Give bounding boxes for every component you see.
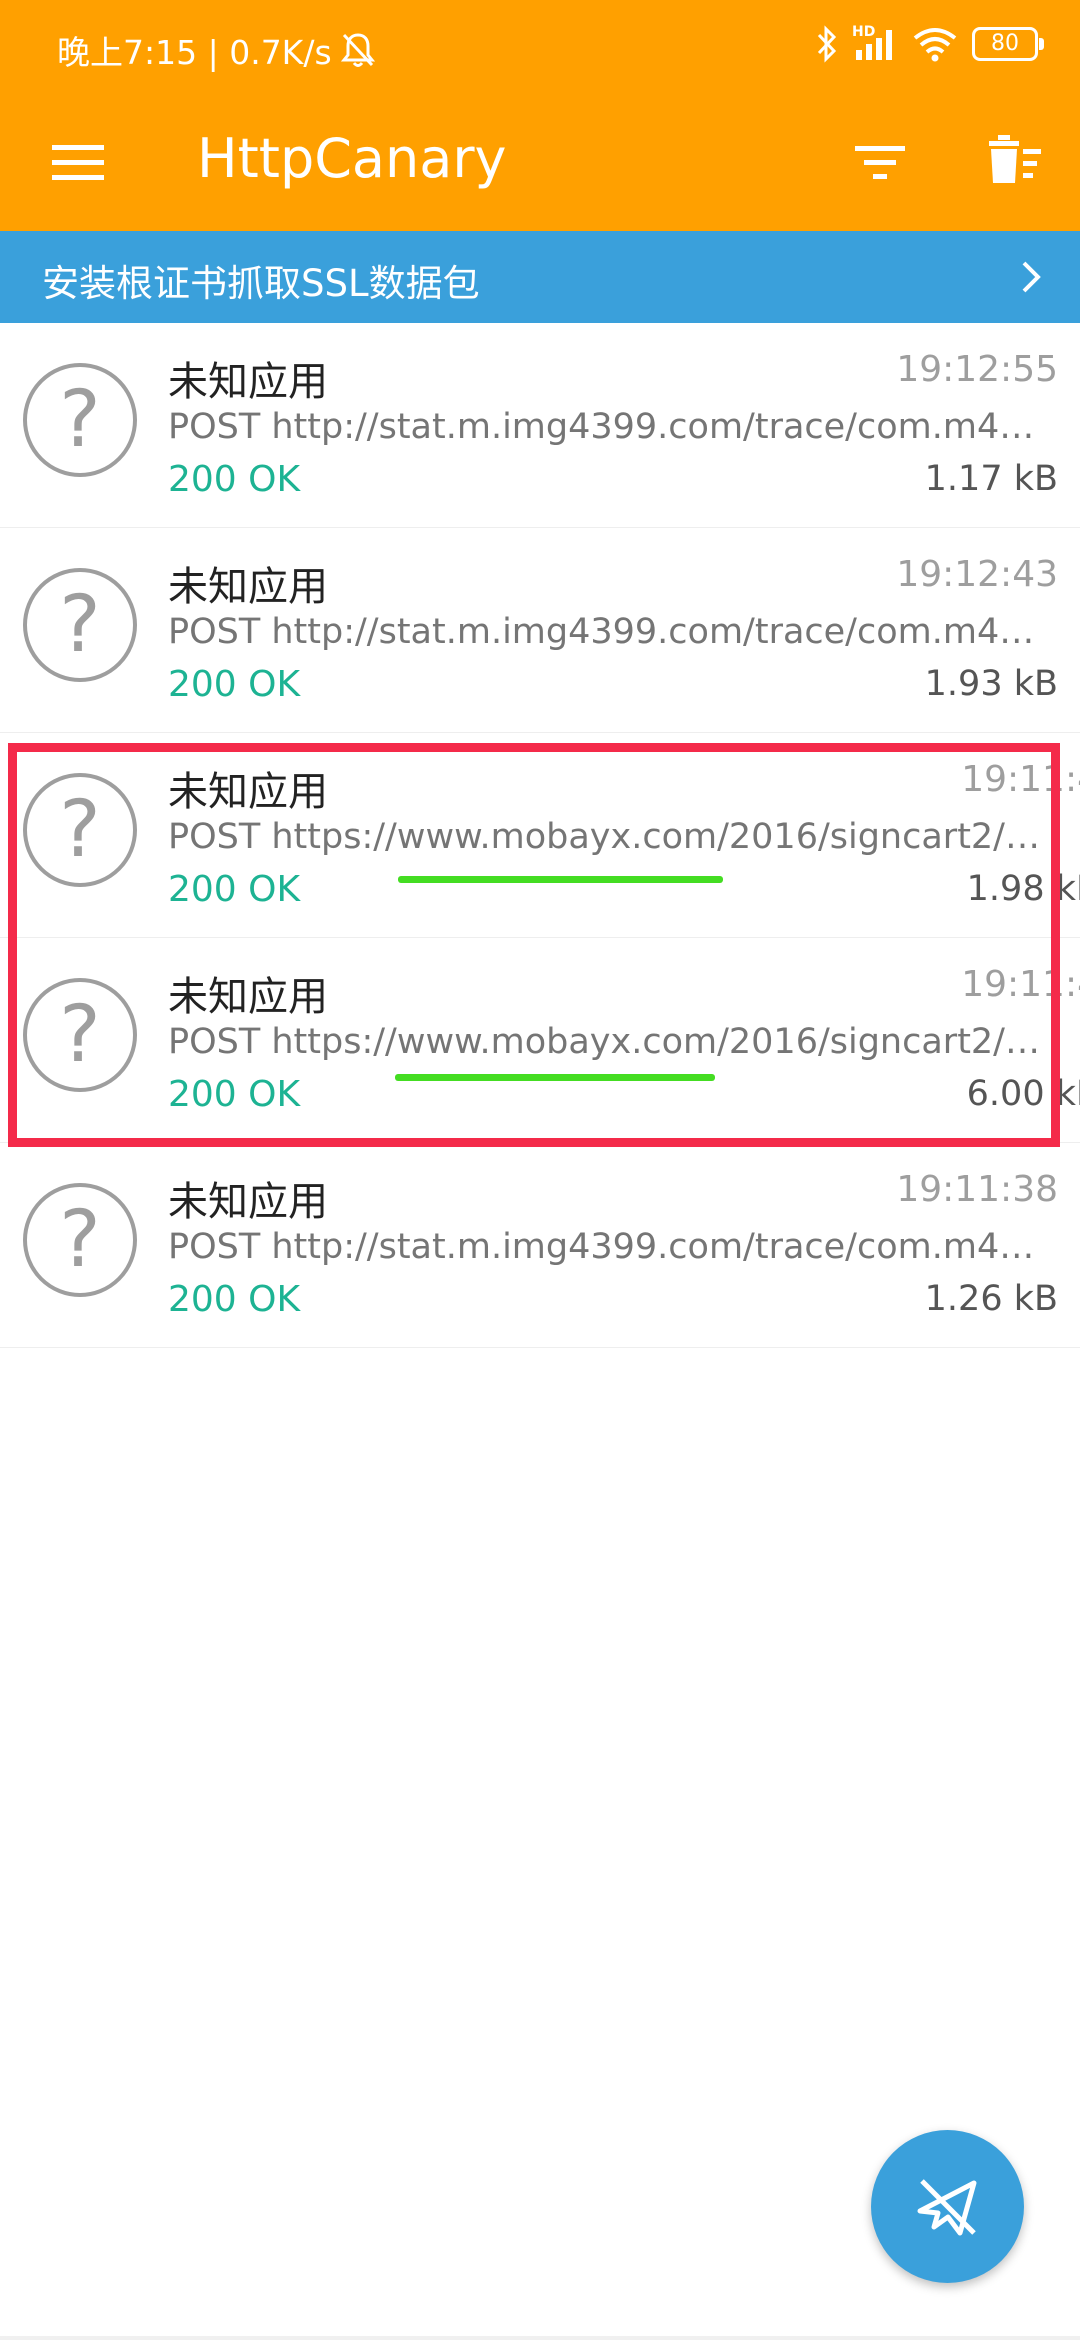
response-status: 200 OK xyxy=(168,1279,301,1320)
app-name: 未知应用 xyxy=(168,769,328,815)
bluetooth-icon xyxy=(817,25,837,63)
request-time: 19:12:55 xyxy=(896,349,1058,390)
navigation-bar-edge xyxy=(0,2336,1080,2340)
response-size: 1.26 kB xyxy=(924,1279,1058,1319)
menu-icon[interactable] xyxy=(50,135,106,191)
paper-plane-off-icon xyxy=(917,2179,977,2236)
app-title: HttpCanary xyxy=(197,127,507,190)
request-row[interactable]: ? 未知应用 19:11:38 POST http://stat.m.img43… xyxy=(0,1143,1080,1348)
request-list: ? 未知应用 19:12:55 POST http://stat.m.img43… xyxy=(0,323,1080,1348)
request-time: 19:12:43 xyxy=(896,554,1058,595)
response-size: 6.00 kB xyxy=(966,1074,1080,1114)
request-time: 19:11:4 xyxy=(961,964,1080,1005)
unknown-app-icon: ? xyxy=(23,773,137,887)
status-bar: 晚上7:15 | 0.7K/s HD 80 xyxy=(0,0,1080,95)
wifi-icon xyxy=(913,28,957,62)
response-status: 200 OK xyxy=(168,459,301,500)
response-size: 1.17 kB xyxy=(924,459,1058,499)
request-url: POST https://www.mobayx.com/2016/signcar… xyxy=(168,1022,1048,1062)
response-status: 200 OK xyxy=(168,664,301,705)
unknown-app-icon: ? xyxy=(23,1183,137,1297)
status-time-speed: 晚上7:15 | 0.7K/s xyxy=(57,33,332,72)
request-url: POST http://stat.m.img4399.com/trace/com… xyxy=(168,612,1048,652)
status-right: HD 80 xyxy=(816,24,1044,64)
unknown-app-icon: ? xyxy=(23,568,137,682)
app-name: 未知应用 xyxy=(168,1179,328,1225)
status-left: 晚上7:15 | 0.7K/s xyxy=(57,26,376,74)
request-url: POST http://stat.m.img4399.com/trace/com… xyxy=(168,1227,1048,1267)
unknown-app-icon: ? xyxy=(23,978,137,1092)
response-status: 200 OK xyxy=(168,869,301,910)
request-url: POST https://www.mobayx.com/2016/signcar… xyxy=(168,817,1048,857)
signal-icon: HD xyxy=(852,24,898,64)
request-row[interactable]: ? 未知应用 19:12:55 POST http://stat.m.img43… xyxy=(0,323,1080,528)
banner-text: 安装根证书抓取SSL数据包 xyxy=(42,262,480,305)
app-name: 未知应用 xyxy=(168,974,328,1020)
request-url: POST http://stat.m.img4399.com/trace/com… xyxy=(168,407,1048,447)
app-name: 未知应用 xyxy=(168,359,328,405)
filter-icon[interactable] xyxy=(852,135,908,191)
response-status: 200 OK xyxy=(168,1074,301,1115)
mute-bell-icon xyxy=(340,33,375,67)
response-size: 1.98 kB xyxy=(966,869,1080,909)
chevron-right-icon xyxy=(1022,261,1041,293)
unknown-app-icon: ? xyxy=(23,363,137,477)
request-time: 19:11:38 xyxy=(896,1169,1058,1210)
app-name: 未知应用 xyxy=(168,564,328,610)
app-bar: HttpCanary xyxy=(0,95,1080,231)
clear-all-icon[interactable] xyxy=(985,131,1045,195)
battery-icon: 80 xyxy=(972,27,1044,61)
request-row[interactable]: ? 未知应用 19:12:43 POST http://stat.m.img43… xyxy=(0,528,1080,733)
request-row[interactable]: ? 未知应用 19:11:4 POST https://www.mobayx.c… xyxy=(0,938,1080,1143)
response-size: 1.93 kB xyxy=(924,664,1058,704)
install-ssl-cert-banner[interactable]: 安装根证书抓取SSL数据包 xyxy=(0,231,1080,323)
request-row[interactable]: ? 未知应用 19:11:4 POST https://www.mobayx.c… xyxy=(0,733,1080,938)
capture-toggle-button[interactable] xyxy=(871,2130,1024,2283)
request-time: 19:11:4 xyxy=(961,759,1080,800)
